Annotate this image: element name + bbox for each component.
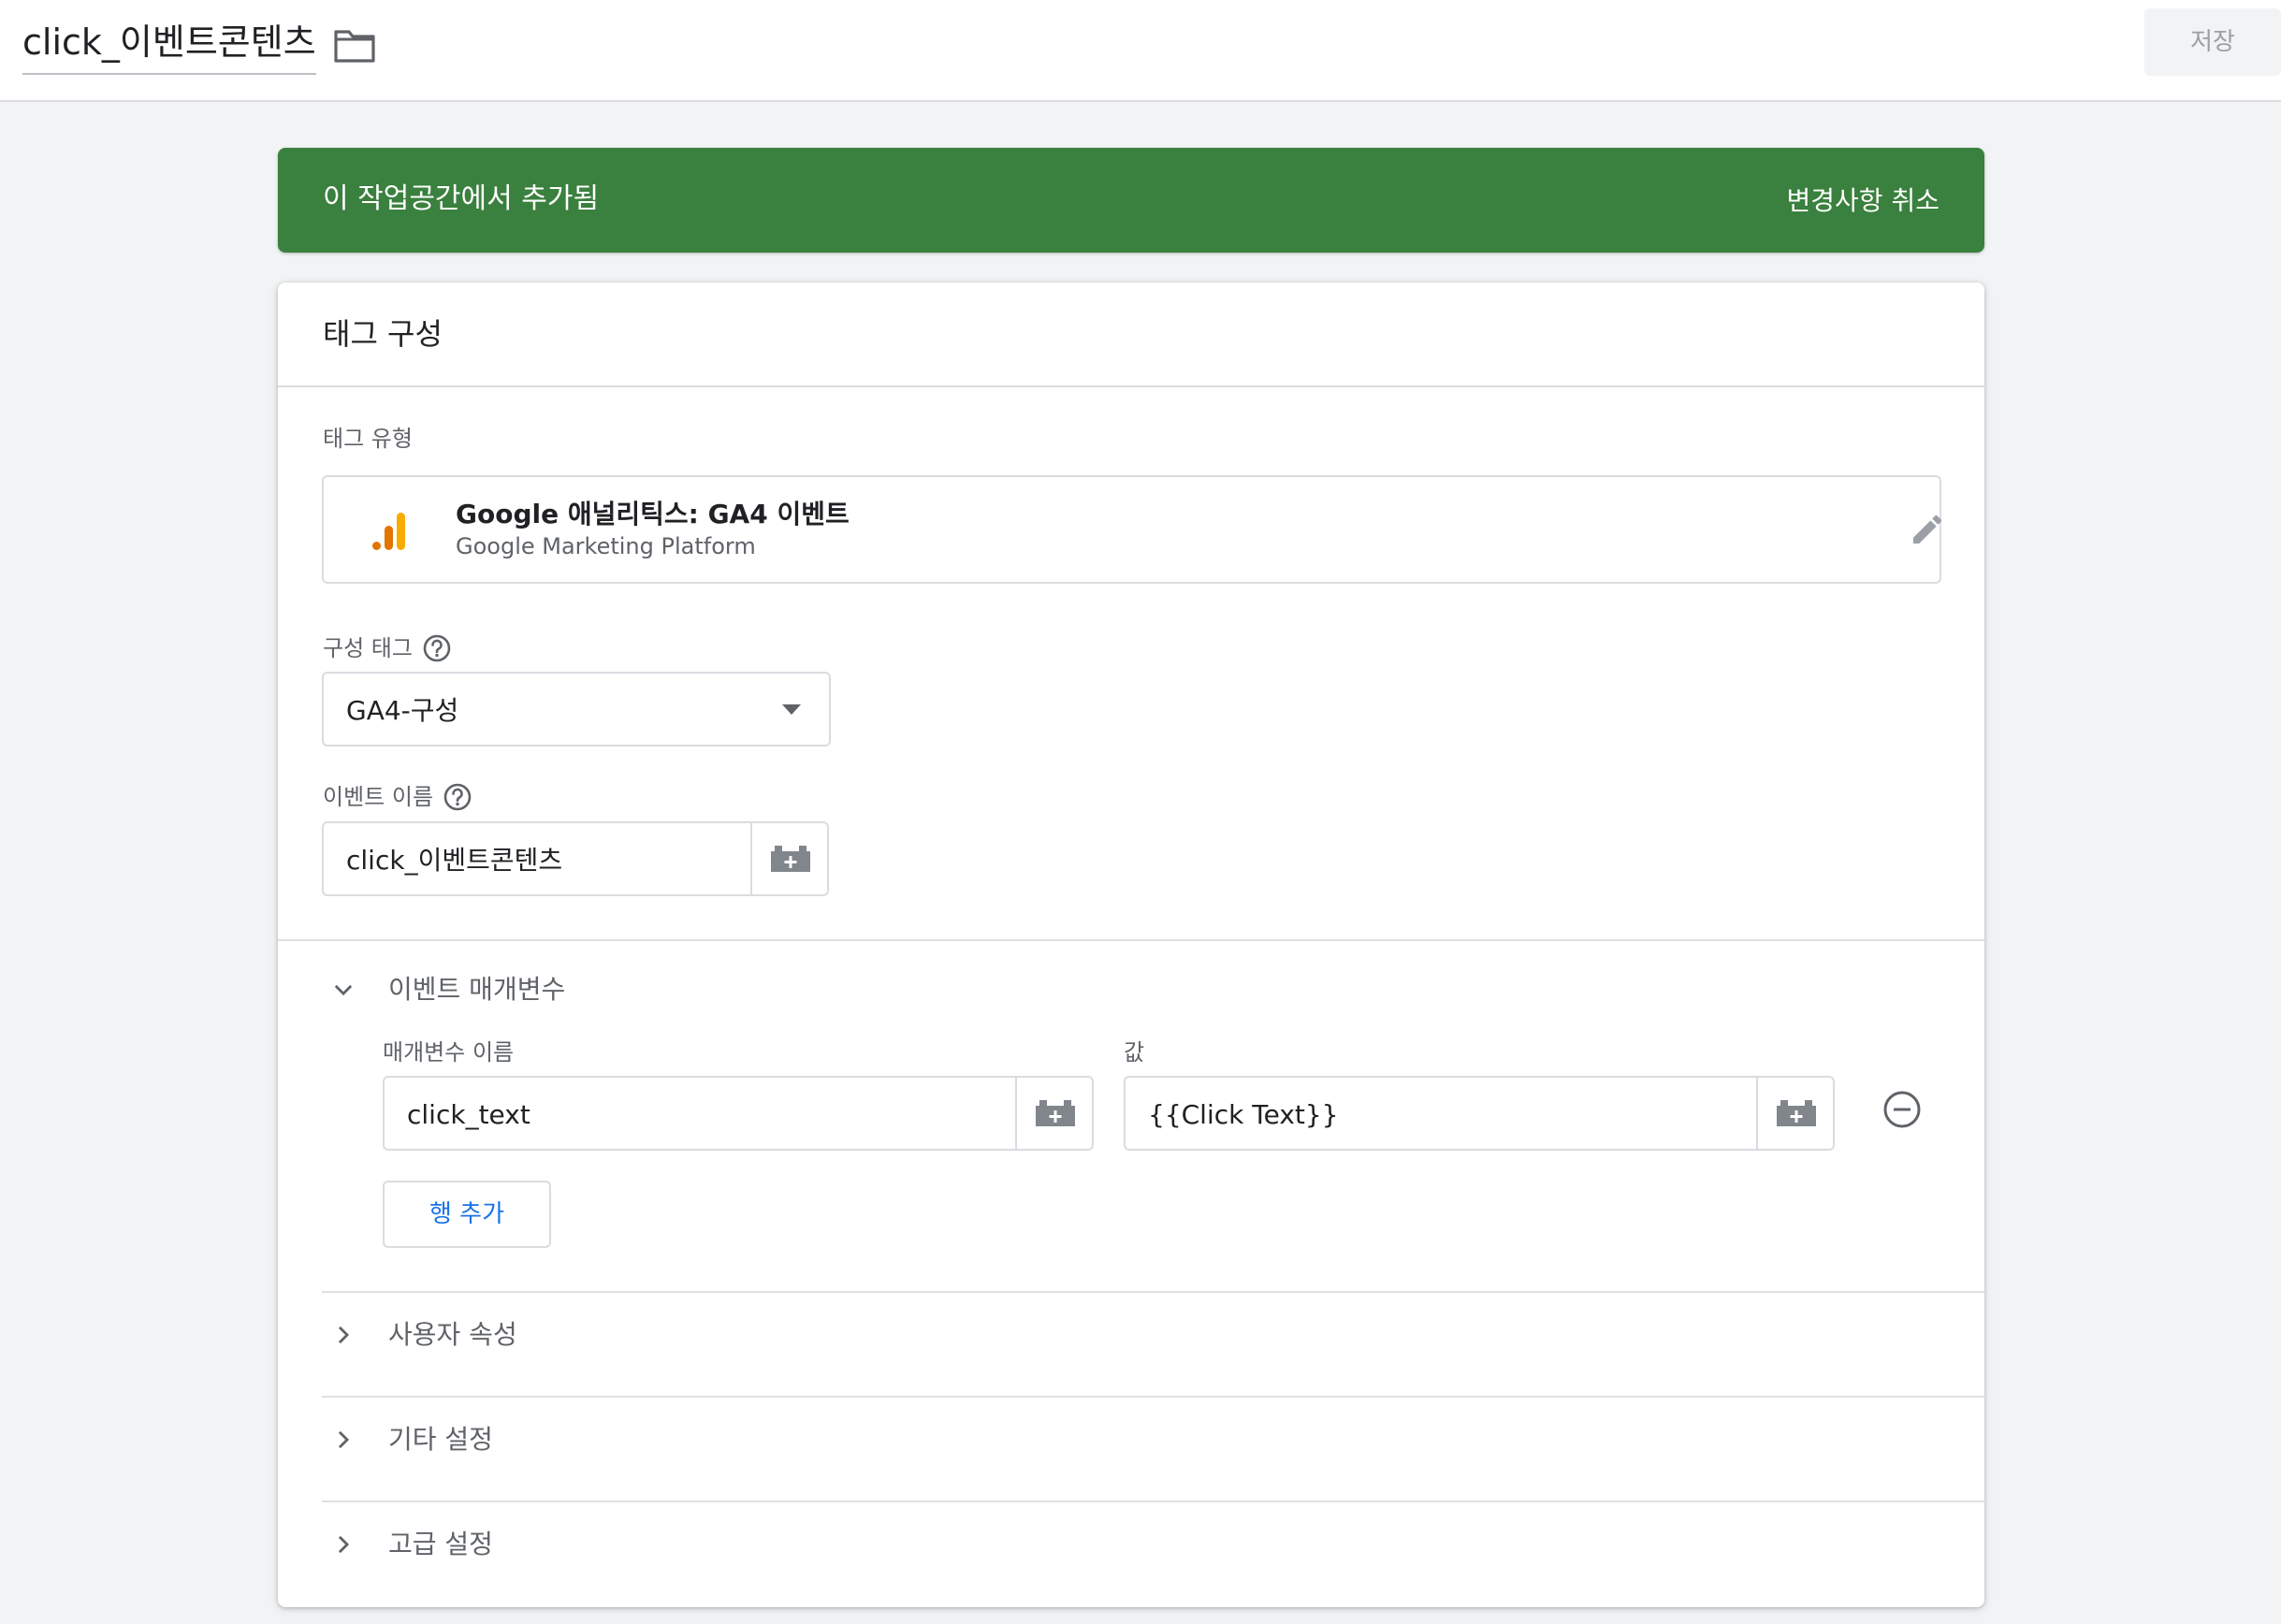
add-variable-icon [1036,1100,1075,1126]
variable-picker-button[interactable] [750,823,827,894]
google-analytics-icon [370,509,414,554]
chevron-down-icon [334,984,353,996]
config-tag-select[interactable]: GA4-구성 [322,672,831,747]
banner-message: 이 작업공간에서 추가됨 [323,182,600,215]
variable-picker-button[interactable] [1756,1078,1833,1149]
event-params-toggle[interactable]: 이벤트 매개변수 [278,947,1984,1031]
tag-type-name: Google 애널리틱스: GA4 이벤트 [456,499,850,529]
divider [278,939,1984,941]
config-tag-label: 구성 태그 [323,635,413,661]
tag-type-label: 태그 유형 [323,426,413,452]
param-value-header: 값 [1124,1039,1145,1066]
chevron-down-icon [782,704,801,715]
event-name-field[interactable]: click_이벤트콘텐츠 [322,821,829,896]
save-button[interactable]: 저장 [2144,8,2281,76]
tag-type-platform: Google Marketing Platform [456,533,756,559]
discard-changes-button[interactable]: 변경사항 취소 [1787,180,1940,223]
folder-icon[interactable] [333,26,376,64]
help-icon[interactable] [443,782,472,812]
remove-row-icon[interactable] [1881,1089,1923,1130]
param-value-field[interactable]: {{Click Text}} [1124,1076,1835,1151]
event-name-value: click_이벤트콘텐츠 [346,845,563,876]
user-properties-toggle[interactable]: 사용자 속성 [278,1293,1984,1377]
more-settings-toggle[interactable]: 기타 설정 [278,1398,1984,1482]
more-settings-title: 기타 설정 [388,1424,493,1455]
param-name-header: 매개변수 이름 [383,1039,515,1066]
pencil-icon[interactable] [1909,511,1946,548]
add-variable-icon [1777,1100,1816,1126]
variable-picker-button[interactable] [1015,1078,1092,1149]
tag-configuration-card: 태그 구성 태그 유형 Google 애널리틱스: GA4 이벤트 Google… [278,283,1984,1607]
chevron-right-icon [338,1535,350,1554]
top-bar: click_이벤트콘텐츠 저장 [0,0,2281,102]
workspace-status-banner: 이 작업공간에서 추가됨 변경사항 취소 [278,148,1984,253]
chevron-right-icon [338,1430,350,1449]
config-tag-value: GA4-구성 [346,695,459,726]
divider [278,385,1984,387]
add-row-button[interactable]: 행 추가 [383,1181,551,1248]
help-icon[interactable] [422,633,452,663]
chevron-right-icon [338,1326,350,1344]
param-name-value: click_text [407,1099,530,1130]
user-properties-title: 사용자 속성 [388,1319,517,1350]
card-title: 태그 구성 [323,316,443,352]
param-name-field[interactable]: click_text [383,1076,1094,1151]
event-params-title: 이벤트 매개변수 [388,974,566,1005]
tag-type-selector[interactable]: Google 애널리틱스: GA4 이벤트 Google Marketing P… [322,475,1942,584]
param-value-value: {{Click Text}} [1148,1099,1339,1130]
event-name-label: 이벤트 이름 [323,784,434,810]
advanced-settings-title: 고급 설정 [388,1529,493,1559]
tag-name-field[interactable]: click_이벤트콘텐츠 [22,19,316,75]
advanced-settings-toggle[interactable]: 고급 설정 [278,1502,1984,1587]
add-variable-icon [771,846,810,872]
